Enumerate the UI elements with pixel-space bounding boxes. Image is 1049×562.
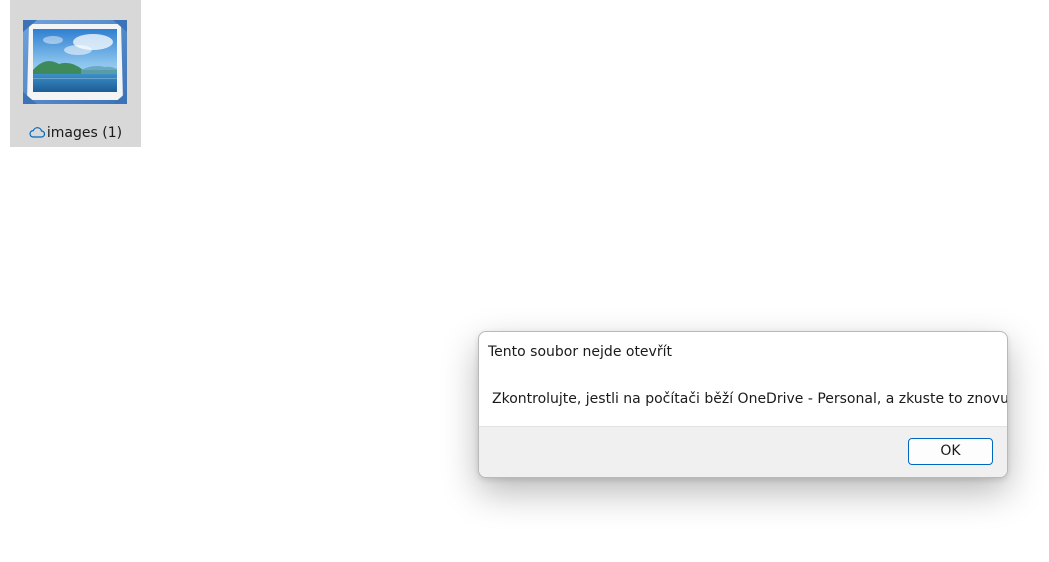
dialog-title: Tento soubor nejde otevřít — [488, 344, 672, 360]
file-name-label: images (1) — [10, 124, 141, 142]
desktop: images (1) Tento soubor nejde otevřít Zk… — [0, 0, 1049, 562]
file-item-images[interactable]: images (1) — [10, 0, 141, 147]
cloud-icon — [29, 127, 45, 138]
error-dialog: Tento soubor nejde otevřít Zkontrolujte,… — [478, 331, 1008, 478]
ok-button[interactable]: OK — [908, 438, 993, 465]
file-name-text: images (1) — [46, 125, 123, 141]
dialog-message: Zkontrolujte, jestli na počítači běží On… — [492, 391, 1008, 407]
image-file-icon — [23, 20, 127, 104]
dialog-footer: OK — [479, 426, 1007, 477]
